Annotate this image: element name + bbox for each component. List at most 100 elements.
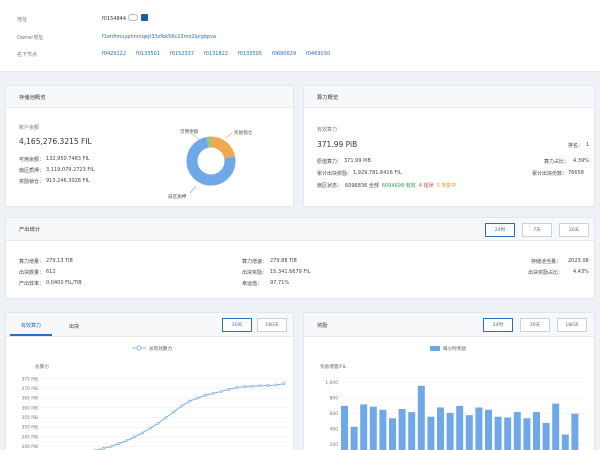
blocks-count-label: 出块数量： (19, 270, 45, 276)
data-point[interactable] (266, 384, 270, 387)
bar[interactable] (465, 415, 473, 450)
data-point[interactable] (227, 388, 231, 391)
sub-node-link[interactable]: f0680629 (272, 51, 306, 57)
data-point[interactable] (196, 396, 199, 400)
bar[interactable] (398, 409, 406, 450)
data-point[interactable] (164, 416, 168, 419)
data-point[interactable] (235, 386, 239, 389)
bar[interactable] (571, 413, 579, 450)
data-point[interactable] (109, 445, 113, 448)
data-point[interactable] (203, 393, 207, 397)
output-stats-panel: 产出统计 24时 7天 30天 算力增量： 279.13 TiB 算力增速： 2… (5, 217, 595, 299)
power-overview-panel: 算力概览 有效算力 371.99 PiB 排名： 1 原值算力： 371.99 … (303, 85, 595, 207)
bar[interactable] (437, 407, 444, 450)
data-point[interactable] (219, 390, 223, 393)
line-ylabel: 总算力 (35, 363, 49, 370)
data-point[interactable] (259, 384, 262, 388)
data-point[interactable] (211, 391, 215, 395)
bar[interactable] (369, 406, 377, 450)
data-point[interactable] (172, 410, 176, 414)
bar[interactable] (475, 407, 483, 450)
power-increase-value: 279.13 TiB (46, 258, 73, 264)
data-point[interactable] (133, 435, 137, 439)
bar[interactable] (360, 404, 368, 450)
data-point[interactable] (188, 399, 192, 403)
range-30d-button[interactable]: 30天 (520, 318, 550, 332)
sub-node-link[interactable]: f0133501 (136, 51, 170, 57)
bar[interactable] (389, 418, 396, 450)
sub-node-link[interactable]: f0152337 (170, 51, 204, 57)
bar-ylabel: 奖励增量/FIL (320, 363, 347, 370)
data-point[interactable] (156, 421, 160, 425)
storage-overview-panel: 存储池概览 账户余额 4,165,276.3215 FIL 可用余额： 132,… (5, 85, 294, 207)
range-24h-button[interactable]: 24时 (483, 318, 513, 332)
data-point[interactable] (101, 447, 105, 450)
data-point[interactable] (117, 442, 121, 445)
sub-node-link[interactable]: f0463030 (306, 51, 340, 57)
sector-recovering: 0 恢复中 (436, 183, 457, 189)
bar[interactable] (427, 416, 435, 450)
sub-node-link[interactable]: f0133505 (238, 51, 272, 57)
reward-chart-panel: 奖励 24时 30天 180天 每小时奖励 奖励增量/FIL 1,000 800 6… (303, 312, 595, 450)
sector-faulty: 4 错误 (418, 183, 434, 189)
bar[interactable] (513, 412, 521, 450)
range-30d-button[interactable]: 30天 (559, 223, 589, 237)
range-24h-button[interactable]: 24时 (485, 223, 515, 237)
range-180d-button[interactable]: 180天 (557, 318, 587, 332)
address-toggle[interactable] (128, 14, 138, 21)
bar[interactable] (494, 416, 502, 450)
reward-lock-label: 奖励锁仓： (19, 179, 45, 185)
data-point[interactable] (243, 385, 247, 388)
bar[interactable] (408, 412, 416, 450)
data-point[interactable] (251, 384, 254, 388)
data-point[interactable] (282, 382, 286, 386)
owner-address-link[interactable]: f1enfimuyphmnqejt33zfbk56c23mo2lplgbpva (102, 34, 216, 40)
total-blocks-value: 76658 (568, 170, 584, 176)
sector-status-label: 扇区状态： (317, 183, 343, 189)
data-point[interactable] (141, 431, 144, 435)
sub-nodes-label: 名下节点 (17, 52, 38, 58)
panel-title: 算力概览 (317, 94, 339, 101)
bar[interactable] (379, 409, 387, 450)
sub-node-link[interactable]: f0429122 (102, 51, 136, 57)
block-reward-share-label: 出块奖励占比： (528, 270, 564, 276)
tab-effective-power[interactable]: 有效算力 (10, 316, 52, 336)
bar[interactable] (542, 422, 550, 450)
range-7d-button[interactable]: 7天 (522, 223, 552, 237)
bar[interactable] (533, 412, 540, 450)
panel-title: 奖励 (317, 322, 328, 329)
y-tick-label: 350 PiB (21, 425, 38, 431)
data-point[interactable] (148, 426, 152, 430)
y-tick-label: 365 PiB (21, 396, 38, 402)
data-point[interactable] (274, 383, 278, 387)
bar[interactable] (561, 434, 569, 450)
bar[interactable] (417, 385, 425, 450)
balance-donut-chart: 可用余额 奖励锁仓 扇区质押 (168, 128, 253, 200)
copy-icon[interactable] (141, 14, 148, 21)
data-point[interactable] (125, 439, 129, 443)
bar[interactable] (504, 417, 512, 450)
sub-nodes-list: f0429122 f0133501 f0152337 f0131822 f013… (102, 51, 340, 57)
pool-equivalent-value: 2023.08 (568, 258, 589, 264)
balance-label: 账户余额 (19, 125, 40, 131)
bar[interactable] (523, 418, 531, 450)
data-point[interactable] (180, 404, 184, 408)
bar[interactable] (485, 409, 492, 450)
range-180d-button[interactable]: 180天 (257, 318, 287, 332)
power-increase-label: 算力增量： (19, 259, 45, 265)
bar[interactable] (552, 403, 560, 450)
range-30d-button[interactable]: 30天 (222, 318, 252, 332)
bar[interactable] (350, 426, 358, 450)
y-tick-label: 370 PiB (21, 386, 38, 392)
tab-blocks[interactable]: 出块 (56, 316, 92, 336)
address-value[interactable]: f0154844 (102, 16, 126, 22)
sector-pledge-value: 3,119,079.2723 FIL (46, 167, 95, 173)
blocks-count-value: 612 (46, 269, 56, 275)
y-tick-label: 355 PiB (21, 415, 38, 421)
bar[interactable] (456, 405, 464, 450)
bar[interactable] (341, 405, 348, 450)
y-tick-label: 400 (330, 427, 339, 433)
bar[interactable] (446, 412, 454, 450)
raw-power-value: 371.99 PiB (344, 158, 371, 164)
sub-node-link[interactable]: f0131822 (204, 51, 238, 57)
